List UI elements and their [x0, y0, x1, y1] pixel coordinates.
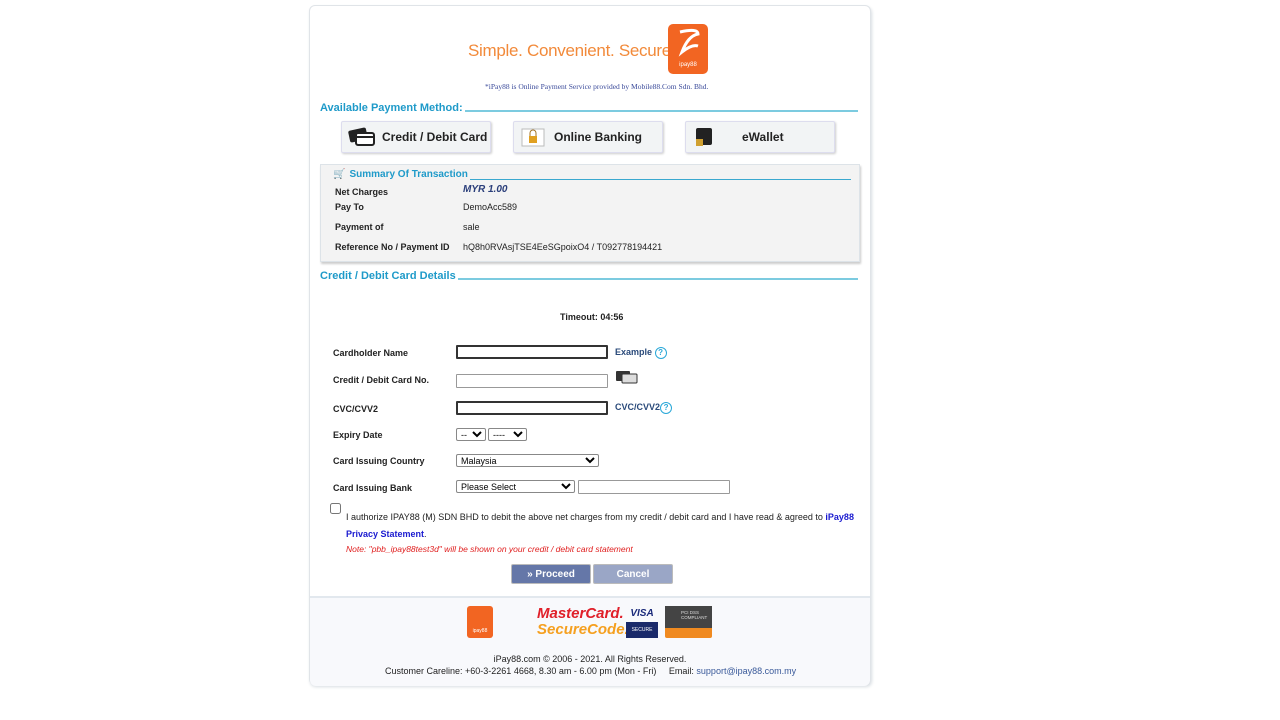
card-number-input[interactable] — [456, 374, 608, 388]
reference-label: Reference No / Payment ID — [335, 242, 450, 252]
cancel-button[interactable]: Cancel — [593, 564, 673, 584]
credit-card-method-button[interactable]: Credit / Debit Card — [341, 121, 491, 153]
ipay88-footer-logo: ipay88 — [467, 606, 493, 638]
tagline: Simple. Convenient. Secure. — [468, 41, 676, 60]
card-number-label: Credit / Debit Card No. — [333, 375, 430, 385]
wallet-icon — [696, 128, 712, 146]
pci-dss-badge: PCI DSS COMPLIANT — [665, 606, 712, 638]
bank-select[interactable]: Please Select — [456, 480, 575, 493]
cvc-input[interactable] — [456, 401, 608, 415]
provided-by-text: *iPay88 is Online Payment Service provid… — [485, 82, 709, 91]
reference-value: hQ8h0RVAsjTSE4EeSGpoixO4 / T092778194421 — [463, 242, 663, 252]
ipay88-logo: ipay88 — [668, 24, 708, 74]
bank-label: Card Issuing Bank — [333, 483, 413, 493]
payment-of-label: Payment of — [335, 222, 384, 232]
transaction-summary: 🛒 Summary Of Transaction Net Charges MYR… — [320, 164, 860, 262]
cardholder-label: Cardholder Name — [333, 348, 409, 358]
example-link[interactable]: Example — [615, 347, 652, 357]
email-label: Email: — [668, 666, 694, 676]
card-details-title: Credit / Debit Card Details — [320, 270, 858, 282]
footer: ipay88 MasterCard. SecureCode. VISA SECURE… — [310, 596, 870, 686]
careline-text: Customer Careline: +60-3-2261 4668, 8.30… — [385, 666, 657, 676]
bank-other-input[interactable] — [578, 480, 730, 494]
pay-to-value: DemoAcc589 — [463, 202, 518, 212]
cardholder-name-input[interactable] — [456, 345, 608, 359]
expiry-year-select[interactable]: ---- — [488, 428, 527, 441]
lock-icon — [521, 128, 545, 147]
authorize-checkbox[interactable] — [330, 503, 341, 514]
help-icon[interactable]: ? — [654, 347, 667, 359]
support-email-link[interactable]: support@ipay88.com.my — [696, 666, 796, 676]
timeout-text: Timeout: 04:56 — [560, 312, 624, 322]
net-charges-value: MYR 1.00 — [463, 184, 508, 195]
payment-card: Simple. Convenient. Secure. ipay88 *iPay… — [309, 5, 871, 686]
mastercard-securecode-logo: MasterCard. SecureCode. — [537, 605, 629, 638]
cart-icon: 🛒 — [333, 169, 346, 180]
help-icon[interactable]: ? — [660, 402, 673, 414]
credit-card-icon — [348, 127, 375, 146]
pay-to-label: Pay To — [335, 202, 364, 212]
authorize-text: I authorize IPAY88 (M) SDN BHD to debit … — [346, 512, 854, 539]
copyright-text: iPay88.com © 2006 - 2021. All Rights Res… — [493, 654, 687, 664]
statement-note: Note: "pbb_ipay88test3d" will be shown o… — [346, 544, 633, 554]
credit-card-icon — [616, 371, 638, 384]
cvc-link[interactable]: CVC/CVV2 — [615, 402, 660, 412]
payment-method-title: Available Payment Method: — [320, 102, 858, 114]
country-label: Card Issuing Country — [333, 456, 425, 466]
ewallet-method-button[interactable]: eWallet — [685, 121, 835, 153]
expiry-month-select[interactable]: -- — [456, 428, 486, 441]
visa-secure-logo: VISA SECURE — [626, 606, 658, 638]
proceed-button[interactable]: » Proceed — [511, 564, 591, 584]
net-charges-label: Net Charges — [335, 187, 389, 197]
payment-of-value: sale — [463, 222, 480, 232]
online-banking-method-button[interactable]: Online Banking — [513, 121, 663, 153]
cvc-label: CVC/CVV2 — [333, 404, 379, 414]
expiry-label: Expiry Date — [333, 430, 383, 440]
summary-title: Summary Of Transaction — [349, 169, 468, 180]
country-select[interactable]: Malaysia — [456, 454, 599, 467]
